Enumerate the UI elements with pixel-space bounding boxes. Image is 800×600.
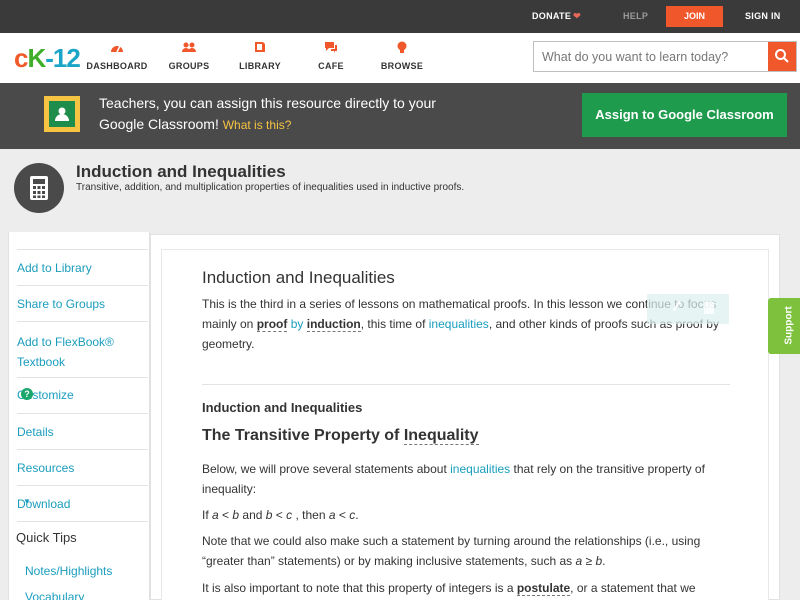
- section-heading: Induction and Inequalities: [202, 400, 363, 415]
- main-nav: cK-12 DASHBOARD GROUPS LIBRARY CAFE BROW…: [0, 33, 800, 83]
- heart-icon: ❤: [573, 11, 581, 21]
- postulate-term[interactable]: postulate: [516, 581, 571, 596]
- assign-to-google-classroom-button[interactable]: Assign to Google Classroom: [582, 93, 787, 137]
- quick-tip-notes-highlights[interactable]: Notes/Highlights: [25, 564, 112, 578]
- search-icon: [775, 49, 789, 63]
- annotation-toolbar: [647, 294, 729, 324]
- content-divider: [202, 384, 730, 385]
- nav-dashboard[interactable]: DASHBOARD: [82, 41, 152, 71]
- support-tab[interactable]: Support: [768, 298, 800, 354]
- nav-library[interactable]: LIBRARY: [225, 41, 295, 71]
- paragraph-rule: If a < b and b < c , then a < c.: [202, 508, 359, 522]
- sidebar-item-share-to-groups[interactable]: Share to Groups: [17, 285, 148, 321]
- sidebar-item-resources[interactable]: Resources: [17, 449, 148, 485]
- page-title: Induction and Inequalities: [76, 162, 286, 181]
- top-strip: DONATE ❤ HELP JOIN SIGN IN: [0, 0, 800, 33]
- donate-link[interactable]: DONATE ❤: [532, 11, 581, 22]
- inequalities-link[interactable]: inequalities: [429, 317, 489, 331]
- page-subtitle: Transitive, addition, and multiplication…: [76, 182, 465, 193]
- page-header: Induction and Inequalities Transitive, a…: [0, 149, 800, 232]
- nav-cafe[interactable]: CAFE: [296, 41, 366, 71]
- ck12-logo[interactable]: cK-12: [14, 43, 81, 74]
- by-link[interactable]: by: [291, 317, 304, 331]
- groups-icon: [182, 42, 196, 52]
- proof-term[interactable]: proof: [256, 317, 288, 332]
- google-classroom-banner: Teachers, you can assign this resource d…: [0, 83, 800, 149]
- pencil-icon[interactable]: [672, 300, 689, 317]
- content-heading: Induction and Inequalities: [202, 268, 395, 287]
- sidebar-item-details[interactable]: Details: [17, 413, 148, 449]
- search-box: [533, 41, 797, 72]
- paragraph-transitive: Below, we will prove several statements …: [202, 462, 705, 496]
- browse-icon: [397, 41, 407, 53]
- inequalities-link-2[interactable]: inequalities: [450, 462, 510, 476]
- what-is-this-link[interactable]: What is this?: [223, 118, 292, 132]
- chevron-down-icon: ▼: [23, 497, 31, 506]
- induction-term[interactable]: induction: [306, 317, 361, 332]
- paragraph-postulate: It is also important to note that this p…: [202, 581, 696, 596]
- search-input[interactable]: [534, 42, 769, 71]
- paragraph-note: Note that we could also make such a stat…: [202, 534, 701, 568]
- google-classroom-icon: [44, 96, 80, 132]
- sidebar-item-download[interactable]: Download ▼: [17, 485, 148, 521]
- sign-in-link[interactable]: SIGN IN: [745, 11, 781, 21]
- sidebar-item-customize[interactable]: Customize?: [17, 377, 148, 413]
- sidebar-item-add-to-flexbook[interactable]: Add to FlexBook® Textbook: [17, 321, 148, 377]
- help-icon: ?: [21, 388, 33, 400]
- cafe-icon: [325, 42, 337, 53]
- nav-browse[interactable]: BROWSE: [367, 41, 437, 71]
- sidebar-item-add-to-library[interactable]: Add to Library: [17, 249, 148, 285]
- quick-tip-vocabulary[interactable]: Vocabulary: [25, 590, 84, 600]
- help-link[interactable]: HELP: [623, 11, 648, 21]
- dashboard-icon: [111, 45, 123, 53]
- sidebar-divider: [17, 521, 148, 522]
- join-button[interactable]: JOIN: [666, 6, 723, 27]
- note-icon[interactable]: [704, 302, 714, 314]
- quick-tips-heading: Quick Tips: [16, 530, 77, 545]
- subheading: The Transitive Property of Inequality: [202, 427, 479, 445]
- banner-text: Teachers, you can assign this resource d…: [99, 95, 436, 132]
- nav-groups[interactable]: GROUPS: [154, 41, 224, 71]
- inequality-term[interactable]: Inequality: [403, 427, 479, 445]
- calculator-icon: [14, 163, 64, 213]
- library-icon: [255, 42, 265, 52]
- search-button[interactable]: [768, 42, 796, 71]
